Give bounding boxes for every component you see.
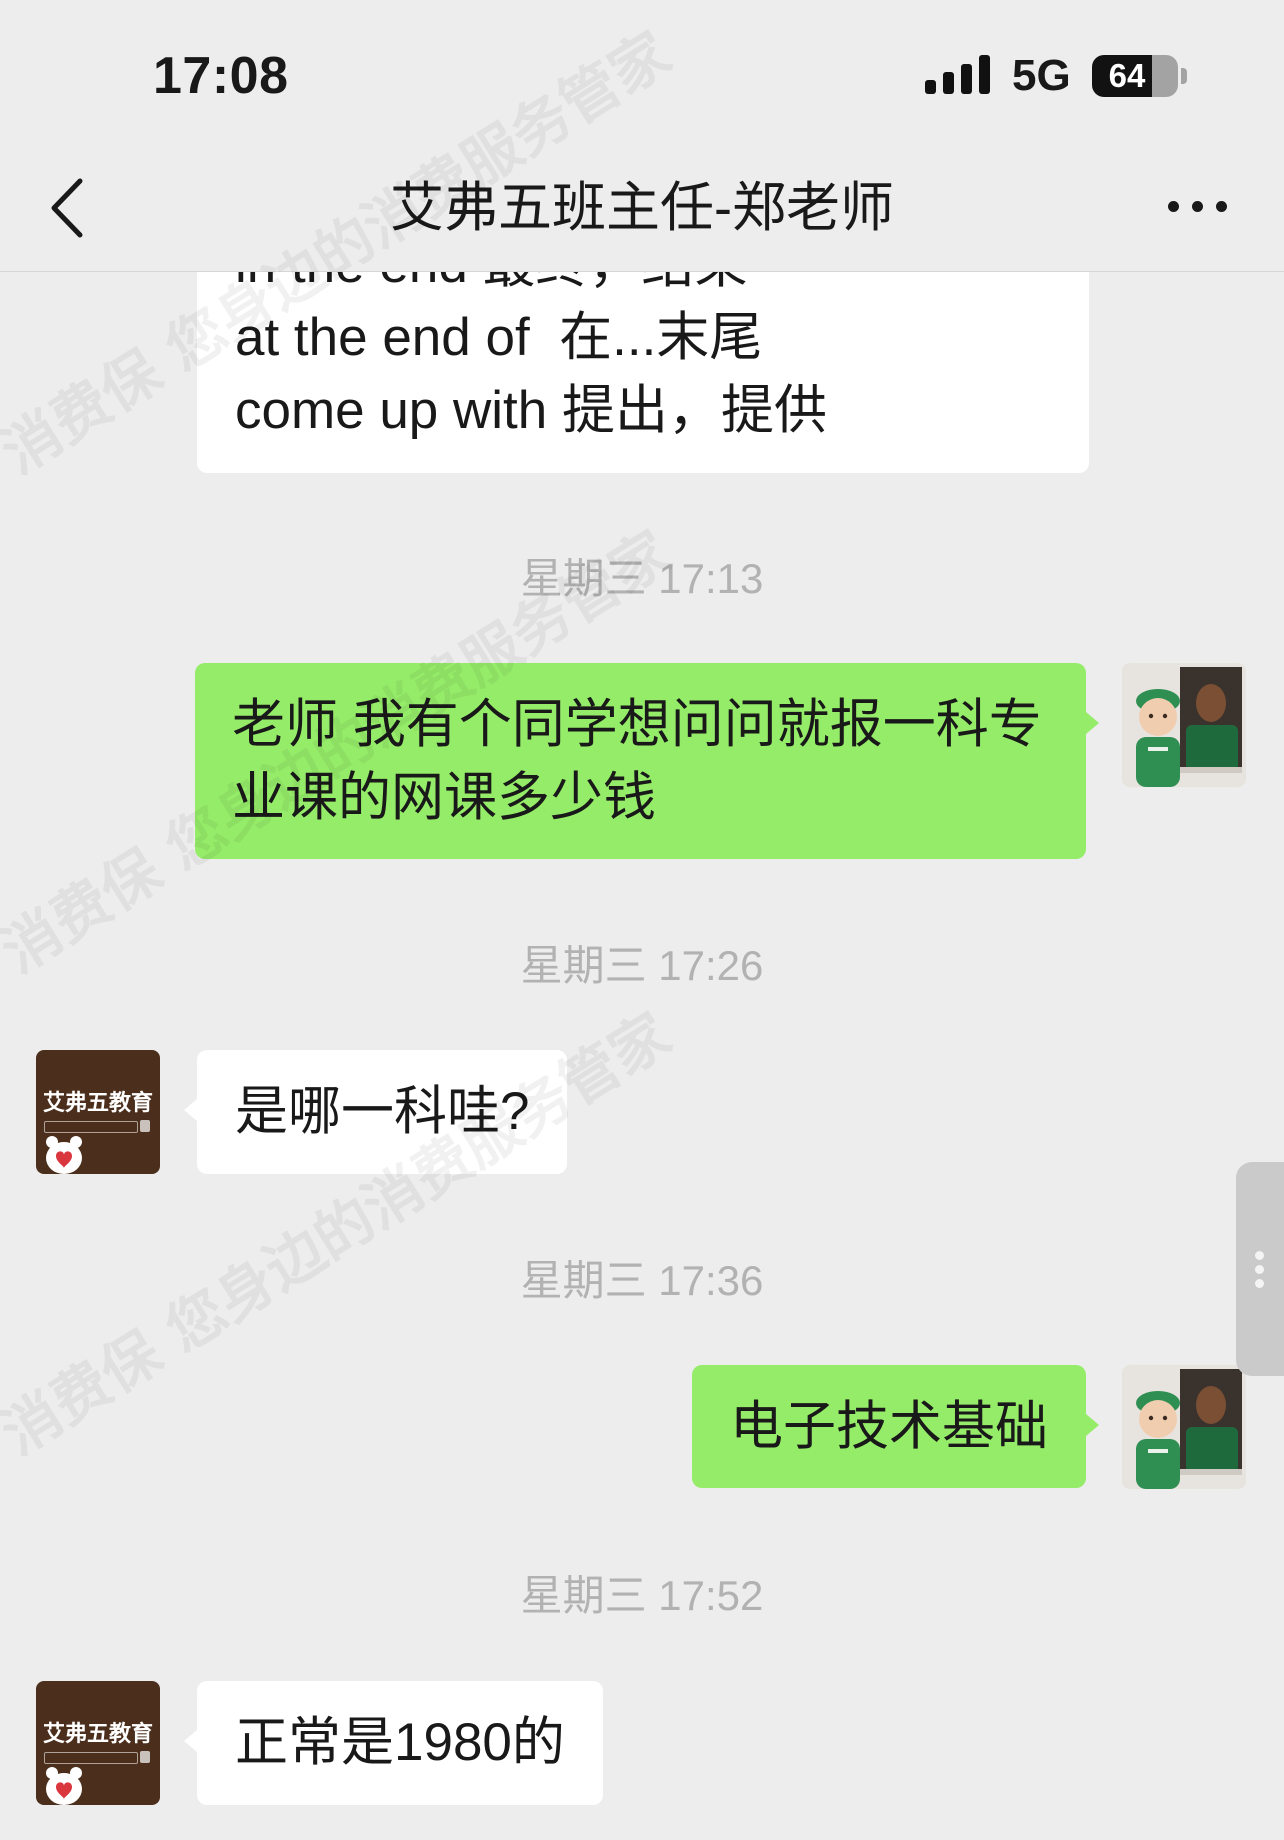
avatar-logo-text: 艾弗五教育: [42, 1721, 153, 1746]
sent-message-bubble[interactable]: 电子技术基础: [692, 1365, 1099, 1488]
avatar-logo-text: 艾弗五教育: [42, 1090, 153, 1115]
my-avatar[interactable]: [1122, 663, 1246, 787]
signal-bar: [925, 80, 936, 94]
message-timestamp: 星期三 17:52: [520, 1572, 764, 1619]
more-button[interactable]: [1160, 186, 1236, 228]
signal-bar: [979, 55, 990, 94]
dot: [1192, 201, 1203, 212]
bear-heart-icon: [46, 1136, 82, 1174]
contact-avatar[interactable]: 艾弗五教育: [36, 1681, 160, 1805]
scroll-handle[interactable]: [1236, 1162, 1284, 1376]
message-list[interactable]: in the end 最终，结果 at the end of 在...末尾 co…: [0, 272, 1284, 1840]
avatar-logo-badge: [140, 1751, 150, 1763]
chat-screen: 17:08 5G 64 艾弗五班主任-郑老师 in the end 最终，结果 …: [0, 0, 1284, 1840]
message-text: 老师 我有个同学想问问就报一科专业课的网课多少钱: [232, 695, 1042, 827]
message-text: 是哪一科哇?: [235, 1082, 530, 1141]
avatar-photo: [1122, 1365, 1246, 1489]
signal-bar: [961, 64, 972, 94]
avatar-photo: [1122, 663, 1246, 787]
message-line: in the end 最终，结果: [235, 272, 1051, 301]
message-text: 正常是1980的: [235, 1713, 565, 1772]
avatar-logo-strip: [44, 1121, 138, 1133]
bear-heart-icon: [46, 1767, 82, 1805]
avatar-logo-badge: [140, 1120, 150, 1132]
battery-nub: [1181, 68, 1187, 84]
signal-bar: [943, 72, 954, 94]
message-timestamp: 星期三 17:36: [520, 1257, 764, 1304]
contact-avatar[interactable]: 艾弗五教育: [36, 1050, 160, 1174]
handle-dot: [1255, 1279, 1264, 1288]
sent-message-bubble[interactable]: 老师 我有个同学想问问就报一科专业课的网课多少钱: [195, 663, 1099, 859]
battery-icon: 64: [1092, 55, 1178, 97]
handle-dot: [1255, 1251, 1264, 1260]
network-type: 5G: [1012, 51, 1071, 100]
more-dots-icon: [1168, 201, 1228, 213]
signal-strength-icon: [925, 55, 991, 94]
message-timestamp: 星期三 17:13: [520, 555, 764, 602]
battery-level: 64: [1108, 57, 1146, 94]
chat-title: 艾弗五班主任-郑老师: [390, 178, 894, 238]
message-timestamp: 星期三 17:26: [520, 942, 764, 989]
received-message-bubble[interactable]: in the end 最终，结果 at the end of 在...末尾 co…: [197, 272, 1089, 473]
avatar-logo-strip: [44, 1752, 138, 1764]
message-text: 电子技术基础: [730, 1397, 1048, 1456]
dot: [1216, 201, 1227, 212]
handle-dot: [1255, 1265, 1264, 1274]
dot: [1168, 201, 1179, 212]
received-message-bubble[interactable]: 是哪一科哇?: [183, 1050, 568, 1174]
received-message-bubble[interactable]: 正常是1980的: [184, 1681, 603, 1805]
status-time: 17:08: [153, 47, 289, 105]
message-line: come up with 提出，提供: [235, 381, 827, 440]
message-line: at the end of 在...末尾: [235, 308, 763, 367]
my-avatar[interactable]: [1122, 1365, 1246, 1489]
